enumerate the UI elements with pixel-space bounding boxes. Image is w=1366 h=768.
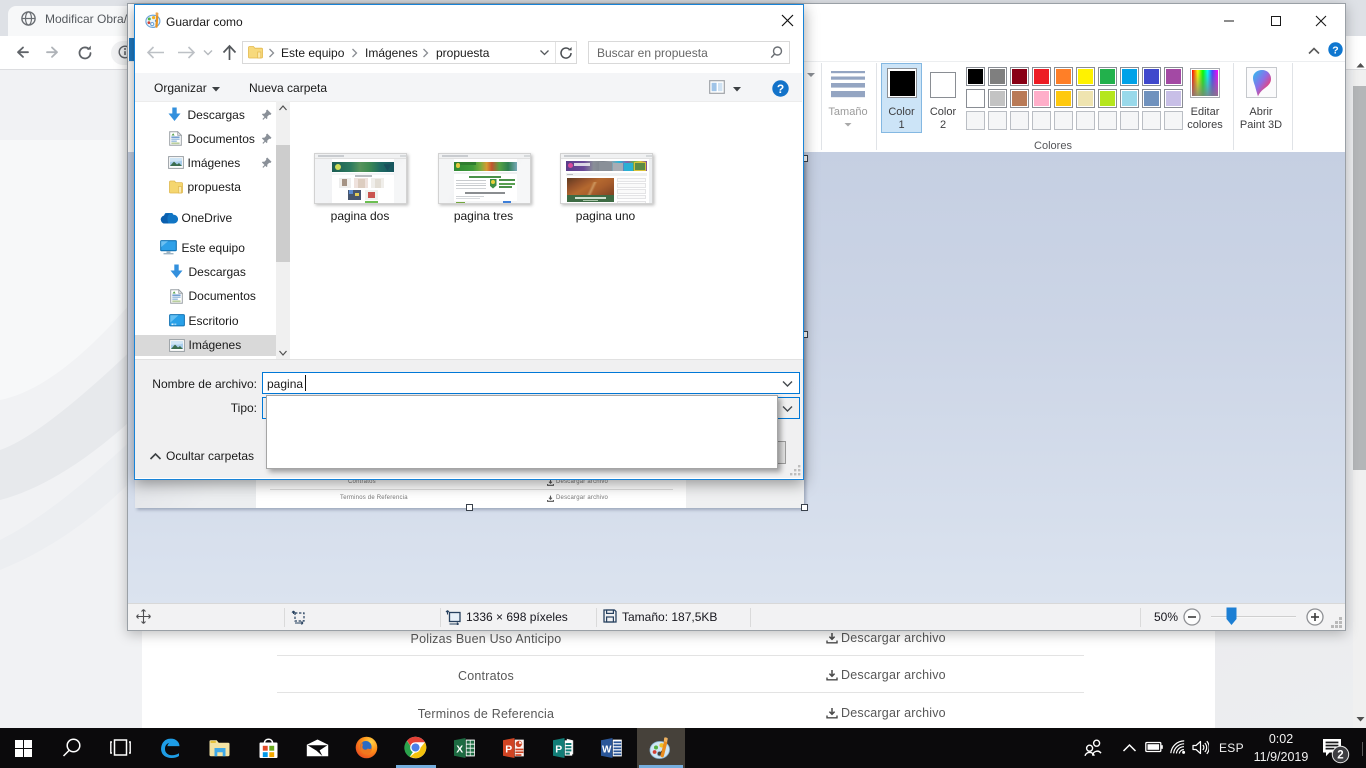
- svg-text:?: ?: [777, 82, 784, 96]
- svg-text:2: 2: [1337, 750, 1343, 762]
- svg-text:?: ?: [1332, 44, 1338, 56]
- svg-text:X: X: [456, 744, 463, 755]
- svg-text:W: W: [602, 744, 612, 755]
- svg-text:P: P: [555, 744, 562, 755]
- svg-text:P: P: [505, 744, 512, 755]
